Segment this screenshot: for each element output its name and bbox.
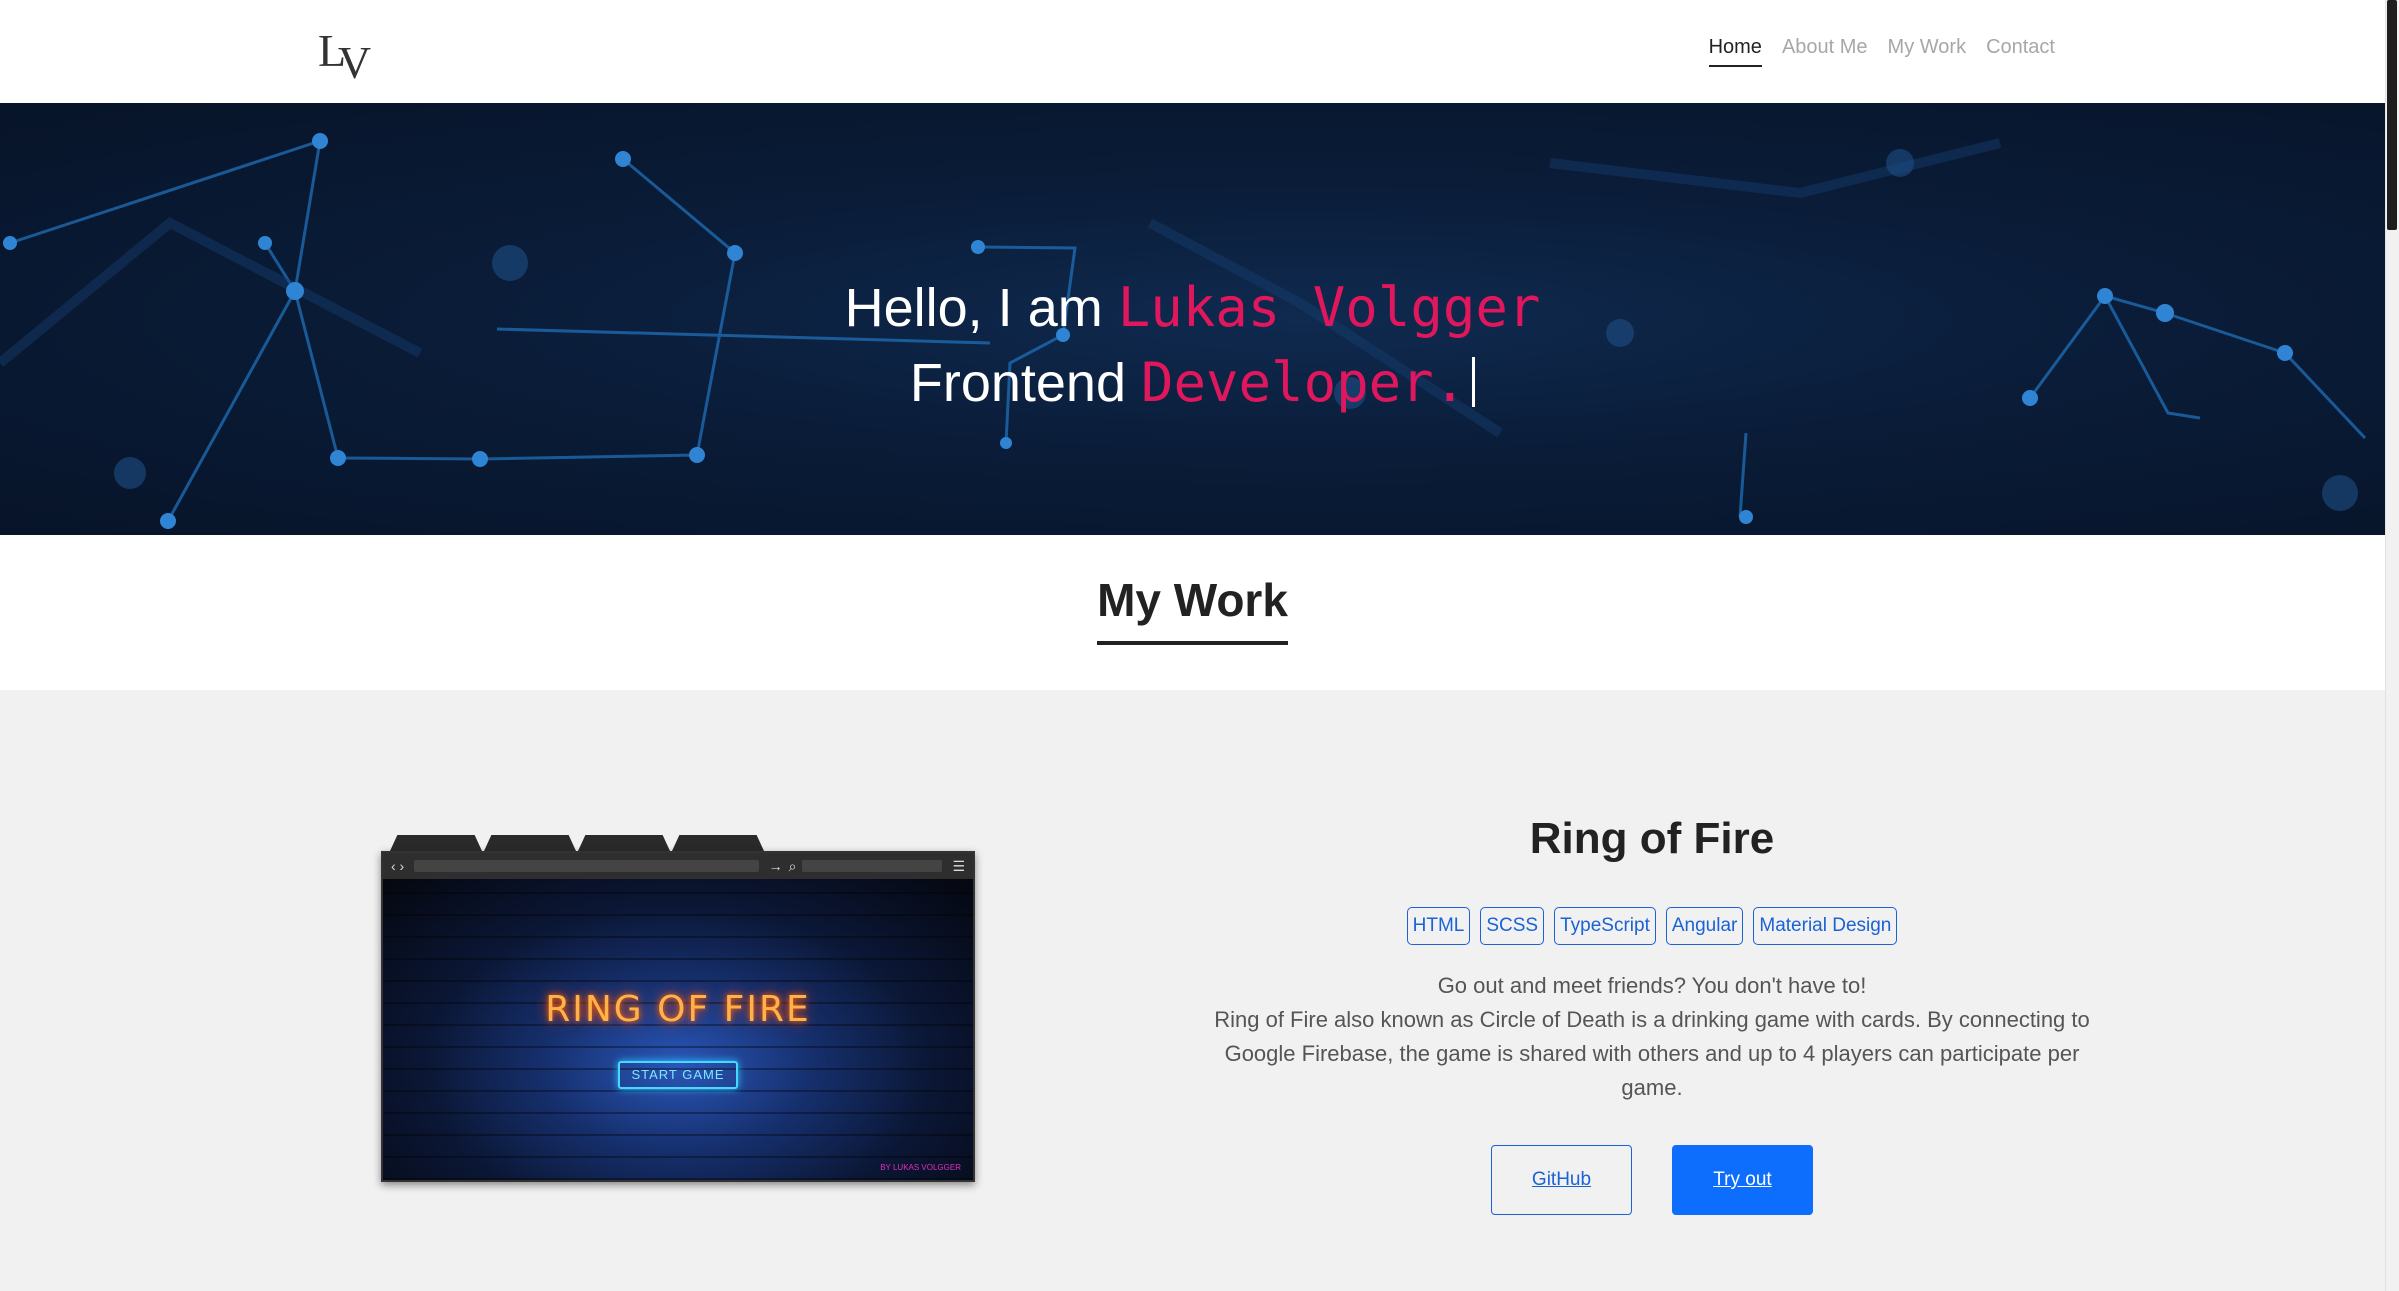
- scrollbar-thumb[interactable]: [2387, 0, 2397, 230]
- try-out-button[interactable]: Try out: [1672, 1145, 1813, 1215]
- tag-angular: Angular: [1665, 907, 1744, 945]
- browser-tabs: [390, 835, 764, 851]
- tag-material-design: Material Design: [1753, 907, 1898, 945]
- browser-tab: [672, 835, 764, 851]
- project-title: Ring of Fire: [1529, 814, 1775, 863]
- logo-letter-v: V: [337, 37, 371, 88]
- nav-about-me[interactable]: About Me: [1782, 36, 1868, 67]
- browser-tab: [484, 835, 576, 851]
- hero-name: Lukas Volgger: [1117, 276, 1541, 339]
- nav-my-work[interactable]: My Work: [1888, 36, 1967, 67]
- tech-tags: HTML SCSS TypeScript Angular Material De…: [1152, 907, 2152, 945]
- hero-role-typed: Developer.: [1141, 351, 1467, 414]
- game-start-button: START GAME: [618, 1061, 738, 1089]
- hero-role-prefix: Frontend: [909, 353, 1126, 413]
- game-signature: BY LUKAS VOLGGER: [880, 1163, 961, 1172]
- project-tagline: Go out and meet friends? You don't have …: [1437, 973, 1867, 998]
- hero-role-line: Frontend Developer.: [0, 346, 2385, 420]
- game-screen: RING OF FIRE START GAME BY LUKAS VOLGGER: [383, 879, 973, 1180]
- browser-tab: [578, 835, 670, 851]
- nav-contact[interactable]: Contact: [1986, 36, 2055, 67]
- typing-caret: [1472, 357, 1476, 407]
- browser-nav-arrows-icon: ‹ ›: [391, 858, 405, 874]
- browser-search-bar: [802, 860, 943, 872]
- browser-search-icon: ⌕: [788, 857, 797, 874]
- project-description: Go out and meet friends? You don't have …: [1192, 969, 2112, 1105]
- game-neon-title: RING OF FIRE: [545, 989, 811, 1030]
- tag-typescript: TypeScript: [1554, 907, 1656, 945]
- main-nav: Home About Me My Work Contact: [1708, 36, 2055, 67]
- hero-banner: Hello, I am Lukas Volgger Frontend Devel…: [0, 103, 2385, 535]
- browser-go-icon: →: [768, 858, 783, 874]
- project-screenshot[interactable]: ‹ › → ⌕ ☰ RING OF FIRE START GAME BY LUK…: [378, 835, 978, 1185]
- section-title: My Work: [1097, 573, 1288, 645]
- project-details: Ring of Fire also known as Circle of Dea…: [1214, 1007, 2090, 1100]
- page-scrollbar[interactable]: [2385, 0, 2399, 1291]
- tag-scss: SCSS: [1480, 907, 1545, 945]
- project-actions: GitHub Try out: [1152, 1145, 2152, 1215]
- top-navbar: LV Home About Me My Work Contact: [0, 0, 2385, 103]
- browser-mockup: ‹ › → ⌕ ☰ RING OF FIRE START GAME BY LUK…: [381, 851, 975, 1182]
- browser-menu-icon: ☰: [952, 857, 965, 874]
- section-title-wrapper: My Work: [0, 573, 2385, 645]
- github-button[interactable]: GitHub: [1491, 1145, 1632, 1215]
- browser-toolbar: ‹ › → ⌕ ☰: [383, 853, 973, 879]
- hero-greeting-line: Hello, I am Lukas Volgger: [0, 271, 2385, 345]
- logo-letter-l: L: [318, 25, 342, 76]
- browser-tab: [390, 835, 482, 851]
- hero-greeting: Hello, I am: [844, 278, 1103, 338]
- tag-html: HTML: [1406, 907, 1471, 945]
- browser-url-bar: [414, 860, 759, 872]
- my-work-header: My Work: [0, 535, 2385, 690]
- nav-home[interactable]: Home: [1708, 36, 1762, 67]
- site-logo[interactable]: LV: [318, 24, 371, 88]
